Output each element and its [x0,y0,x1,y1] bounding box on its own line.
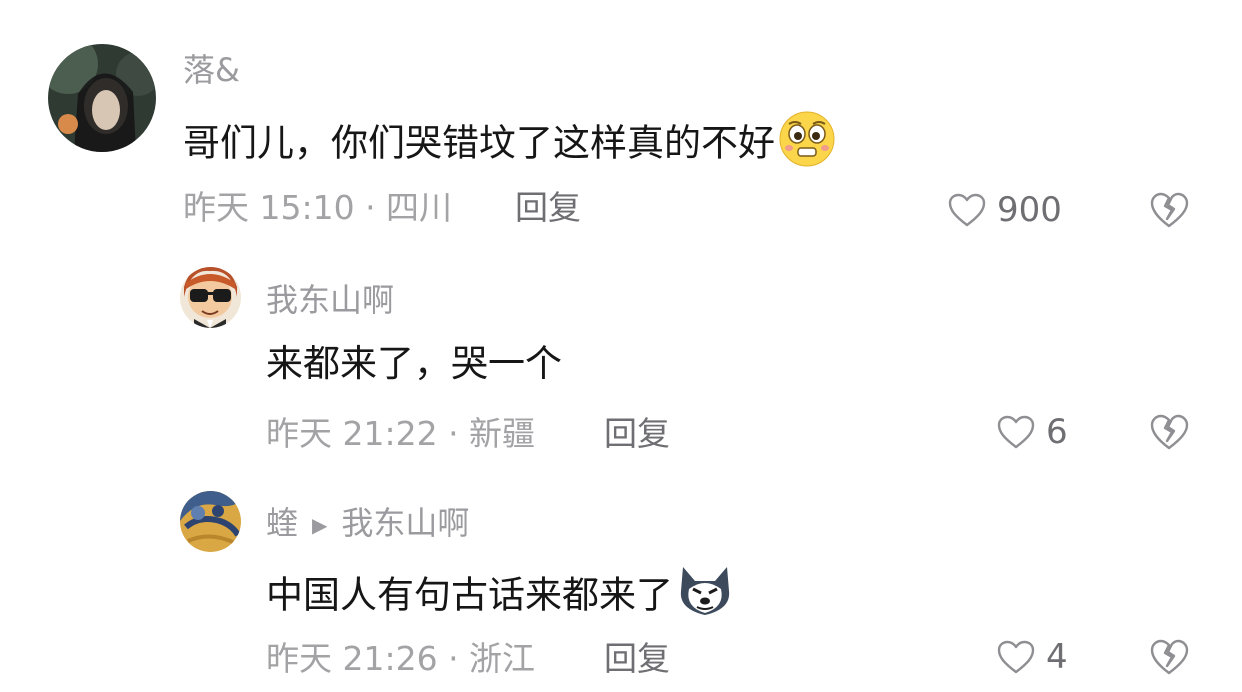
avatar[interactable] [48,44,156,152]
reply-button[interactable]: 回复 [604,412,670,456]
avatar[interactable] [180,267,241,328]
broken-heart-icon[interactable] [1148,190,1190,230]
reply-arrow-icon: ▶ [312,513,328,537]
like-count: 4 [1046,637,1068,677]
like-button[interactable]: 6 [996,410,1068,454]
comment-text: 来都来了，哭一个 [266,342,562,385]
comment-meta: 昨天 21:26 · 浙江 [266,639,536,678]
comment-username: 蝰 ▶ 我东山啊 [266,503,469,545]
broken-heart-icon[interactable] [1148,637,1190,677]
reply-button[interactable]: 回复 [515,186,581,230]
heart-icon [997,415,1035,449]
comment-text: 哥们儿，你们哭错坟了这样真的不好 [183,110,837,180]
heart-icon [997,640,1035,674]
comment-username[interactable]: 落& [183,50,240,90]
avatar[interactable] [180,491,241,552]
comment-text-content: 中国人有句古话来都来了 [266,573,673,617]
pleading-face-icon [777,110,837,180]
comment-username[interactable]: 我东山啊 [266,280,394,320]
reply-to-username[interactable]: 我东山啊 [341,504,469,542]
like-count: 900 [997,190,1062,230]
like-count: 6 [1046,412,1068,452]
reply-button[interactable]: 回复 [604,637,670,681]
comment-meta: 昨天 15:10 · 四川 [183,188,453,227]
like-button[interactable]: 900 [947,188,1062,232]
broken-heart-icon[interactable] [1148,412,1190,452]
heart-icon [948,193,986,227]
like-button[interactable]: 4 [996,635,1068,679]
comment-text: 中国人有句古话来都来了 [266,563,735,631]
comment-text-content: 哥们儿，你们哭错坟了这样真的不好 [183,121,775,165]
comment-username-text[interactable]: 蝰 [266,504,298,542]
comment-meta: 昨天 21:22 · 新疆 [266,414,536,453]
husky-dog-icon [675,563,735,631]
